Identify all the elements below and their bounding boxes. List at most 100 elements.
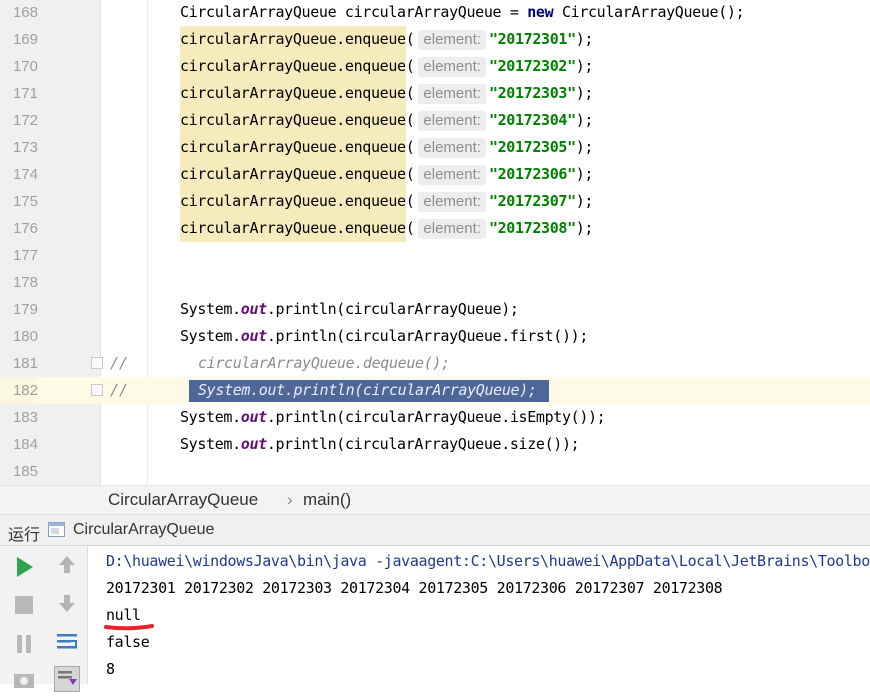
static-field-out: out — [240, 435, 267, 453]
line-number: 177 — [12, 247, 38, 264]
static-field-out: out — [240, 408, 267, 426]
code-line[interactable]: 174 circularArrayQueue.enqueue(element: "2… — [0, 161, 870, 188]
console-output-line: false — [106, 633, 150, 651]
run-config-tab[interactable]: CircularArrayQueue — [73, 521, 214, 539]
code-segment: CircularArrayQueue(); — [553, 3, 745, 21]
parameter-hint: element: — [418, 218, 486, 239]
code-segment: ); — [575, 165, 594, 183]
parameter-hint: element: — [418, 110, 486, 131]
line-number: 181 — [12, 355, 38, 372]
code-text: circularArrayQueue.enqueue(element: "2017… — [180, 161, 593, 188]
breadcrumb-class[interactable]: CircularArrayQueue — [108, 490, 258, 510]
down-arrow-icon[interactable] — [54, 590, 80, 616]
console-output-line: 8 — [106, 660, 115, 678]
code-line[interactable]: 184 System.out.println(circularArrayQueue… — [0, 431, 870, 458]
code-line[interactable]: 178 — [0, 269, 870, 296]
paren: ( — [405, 165, 415, 183]
code-text: circularArrayQueue.enqueue(element: "2017… — [180, 26, 593, 53]
run-tool-window-header: 运行 CircularArrayQueue — [0, 515, 870, 546]
line-number: 185 — [12, 463, 38, 480]
enqueue-call-highlight: circularArrayQueue.enqueue — [180, 134, 406, 161]
code-line[interactable]: 168 CircularArrayQueue circularArrayQueue… — [0, 0, 870, 26]
line-number: 170 — [12, 58, 38, 75]
breadcrumb-separator-icon: › — [287, 490, 293, 509]
code-segment: System. — [180, 408, 241, 426]
code-text: circularArrayQueue.enqueue(element: "2017… — [180, 107, 593, 134]
code-segment: ); — [575, 111, 594, 129]
code-segment: System. — [180, 435, 241, 453]
string-literal: "20172306" — [488, 165, 576, 183]
run-panel-title[interactable]: 运行 — [8, 521, 40, 545]
parameter-hint: element: — [418, 83, 486, 104]
soft-wrap-icon[interactable] — [54, 629, 80, 655]
code-line[interactable]: 182 // System.out.println(circularArrayQue… — [0, 377, 870, 404]
string-literal: "20172308" — [488, 219, 576, 237]
code-line[interactable]: 171 circularArrayQueue.enqueue(element: "2… — [0, 80, 870, 107]
line-number: 169 — [12, 31, 38, 48]
string-literal: "20172302" — [488, 57, 576, 75]
code-line[interactable]: 180 System.out.println(circularArrayQueue… — [0, 323, 870, 350]
window-icon — [48, 522, 65, 537]
stop-icon[interactable] — [11, 592, 37, 618]
breadcrumb-method[interactable]: main() — [303, 490, 351, 510]
code-text: System.out.println(circularArrayQueue.si… — [180, 431, 580, 458]
paren: ( — [405, 111, 415, 129]
string-literal: "20172303" — [488, 84, 576, 102]
code-segment: ); — [575, 84, 594, 102]
keyword-new: new — [527, 3, 554, 21]
code-segment: ); — [575, 219, 594, 237]
line-comment-marker: // — [110, 354, 129, 372]
code-line[interactable]: 172 circularArrayQueue.enqueue(element: "2… — [0, 107, 870, 134]
code-segment: ); — [575, 192, 594, 210]
selected-comment-text: System.out.println(circularArrayQueue); — [198, 381, 537, 399]
run-console[interactable]: D:\huawei\windowsJava\bin\java -javaagen… — [88, 546, 870, 684]
line-number: 171 — [12, 85, 38, 102]
code-line[interactable]: 183 System.out.println(circularArrayQueue… — [0, 404, 870, 431]
code-line[interactable]: 175 circularArrayQueue.enqueue(element: "2… — [0, 188, 870, 215]
code-text: System.out.println(circularArrayQueue); — [198, 377, 537, 404]
enqueue-call-highlight: circularArrayQueue.enqueue — [180, 161, 406, 188]
code-segment: CircularArrayQueue circularArrayQueue = — [180, 3, 528, 21]
enqueue-call-highlight: circularArrayQueue.enqueue — [180, 107, 406, 134]
line-number: 174 — [12, 166, 38, 183]
up-arrow-icon[interactable] — [54, 552, 80, 578]
code-segment: .println(circularArrayQueue.first()); — [266, 327, 589, 345]
code-line[interactable]: 177 — [0, 242, 870, 269]
fold-marker-icon[interactable] — [91, 384, 103, 396]
code-segment: ); — [575, 30, 594, 48]
code-text: System.out.println(circularArrayQueue); — [180, 296, 519, 323]
code-editor[interactable]: 168 CircularArrayQueue circularArrayQueue… — [0, 0, 870, 485]
fold-marker-icon[interactable] — [91, 357, 103, 369]
code-segment: .println(circularArrayQueue); — [266, 300, 519, 318]
run-toolbar — [0, 546, 88, 692]
paren: ( — [405, 57, 415, 75]
code-text: circularArrayQueue.dequeue(); — [198, 350, 450, 377]
line-comment-marker: // — [110, 381, 129, 399]
camera-icon[interactable] — [11, 668, 37, 694]
string-literal: "20172304" — [488, 111, 576, 129]
code-text: circularArrayQueue.enqueue(element: "2017… — [180, 188, 593, 215]
enqueue-call-highlight: circularArrayQueue.enqueue — [180, 215, 406, 242]
code-line[interactable]: 179 System.out.println(circularArrayQueue… — [0, 296, 870, 323]
parameter-hint: element: — [418, 29, 486, 50]
code-line[interactable]: 185 — [0, 458, 870, 485]
parameter-hint: element: — [418, 191, 486, 212]
run-icon[interactable] — [11, 554, 37, 580]
code-text: circularArrayQueue.enqueue(element: "2017… — [180, 80, 593, 107]
scroll-to-end-icon[interactable] — [54, 666, 80, 692]
console-output-line: 20172301 20172302 20172303 20172304 2017… — [106, 579, 723, 597]
line-number: 178 — [12, 274, 38, 291]
code-line[interactable]: 176 circularArrayQueue.enqueue(element: "2… — [0, 215, 870, 242]
code-segment: .println(circularArrayQueue.isEmpty()); — [266, 408, 606, 426]
code-line[interactable]: 170 circularArrayQueue.enqueue(element: "2… — [0, 53, 870, 80]
code-text: CircularArrayQueue circularArrayQueue = … — [180, 0, 745, 26]
code-line[interactable]: 173 circularArrayQueue.enqueue(element: "2… — [0, 134, 870, 161]
pause-icon[interactable] — [11, 631, 37, 657]
parameter-hint: element: — [418, 164, 486, 185]
paren: ( — [405, 219, 415, 237]
code-line[interactable]: 169 circularArrayQueue.enqueue(element: "2… — [0, 26, 870, 53]
string-literal: "20172301" — [488, 30, 576, 48]
line-number: 173 — [12, 139, 38, 156]
code-line[interactable]: 181 // circularArrayQueue.dequeue(); — [0, 350, 870, 377]
paren: ( — [405, 84, 415, 102]
